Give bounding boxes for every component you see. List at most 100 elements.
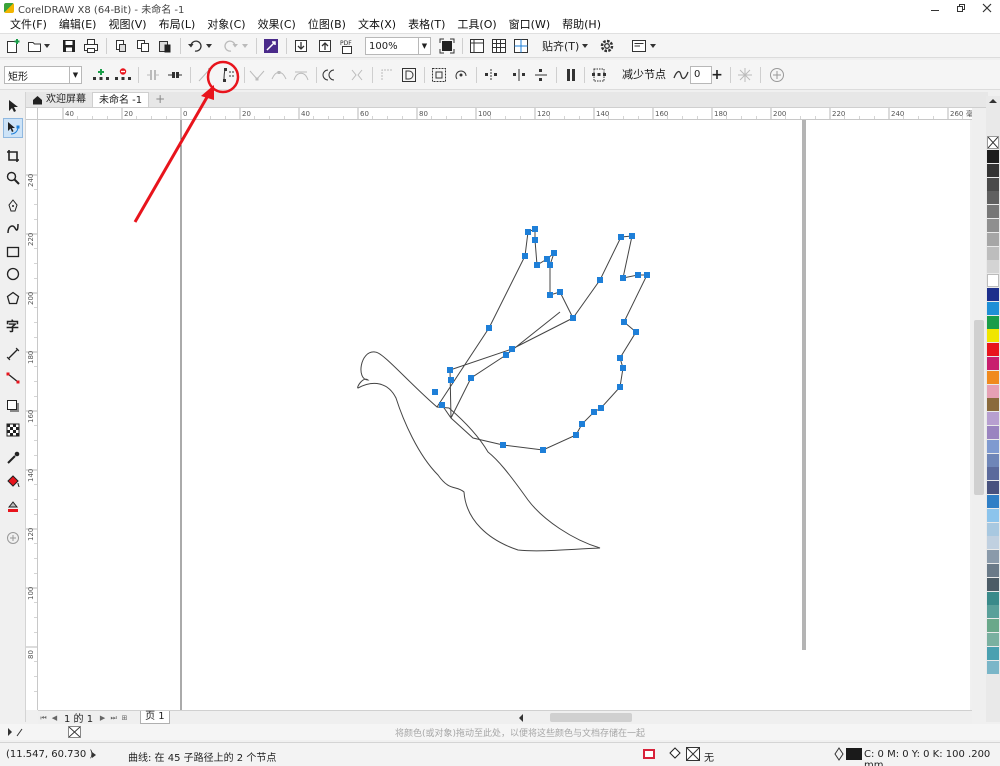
artistic-media-tool[interactable] — [3, 218, 23, 238]
curve-node[interactable] — [573, 432, 579, 438]
connector-tool[interactable] — [3, 368, 23, 388]
drop-shadow-tool[interactable] — [3, 396, 23, 416]
color-swatch[interactable] — [987, 564, 999, 577]
horizontal-ruler[interactable]: 40 20 0 20 40 60 80 100 120 140 160 180 200 220 240 260… — [38, 108, 988, 120]
curve-node[interactable] — [468, 375, 474, 381]
mirror-vertical-button[interactable] — [532, 66, 550, 84]
ruler-origin[interactable] — [26, 108, 38, 120]
menu-layout[interactable]: 布局(L) — [153, 16, 202, 34]
snap-to-button[interactable]: 贴齐(T) — [542, 37, 589, 55]
save-button[interactable] — [60, 37, 78, 55]
crop-tool[interactable] — [3, 146, 23, 166]
shape-tool[interactable] — [3, 118, 23, 138]
curve-node[interactable] — [617, 384, 623, 390]
tab-document[interactable]: 未命名 -1 — [92, 92, 150, 107]
no-color-box[interactable] — [68, 726, 81, 738]
vertical-ruler[interactable]: 240 220 200 180 160 140 120 100 80 — [26, 120, 38, 710]
menu-object[interactable]: 对象(C) — [201, 16, 251, 34]
interactive-fill-tool[interactable] — [3, 472, 23, 492]
redo-button[interactable] — [222, 37, 240, 55]
show-grid-button[interactable] — [490, 37, 508, 55]
zoom-tool[interactable] — [3, 168, 23, 188]
stretch-nodes-button[interactable] — [430, 66, 448, 84]
delete-nodes-button[interactable] — [114, 66, 132, 84]
curve-node[interactable] — [540, 447, 546, 453]
vertical-scrollbar[interactable] — [972, 108, 986, 710]
export-button[interactable] — [316, 37, 334, 55]
curve-node[interactable] — [579, 421, 585, 427]
ellipse-tool[interactable] — [3, 264, 23, 284]
curve-node[interactable] — [544, 256, 550, 262]
polygon-tool[interactable] — [3, 288, 23, 308]
select-all-nodes-button[interactable] — [590, 66, 608, 84]
color-swatch[interactable] — [987, 605, 999, 619]
page-prev-icon[interactable]: ◀ — [49, 713, 60, 723]
curve-node[interactable] — [547, 262, 553, 268]
color-swatch[interactable] — [987, 522, 999, 536]
horizontal-scroll-thumb[interactable] — [550, 713, 632, 722]
menu-bitmaps[interactable]: 位图(B) — [302, 16, 352, 34]
color-swatch[interactable] — [987, 412, 999, 426]
document-palette-bar[interactable]: 将颜色(或对象)拖动至此处，以便将这些颜色与文档存储在一起 — [0, 724, 1000, 740]
color-swatch[interactable] — [987, 329, 999, 343]
menu-edit[interactable]: 编辑(E) — [53, 16, 103, 34]
curve-node[interactable] — [439, 402, 445, 408]
menu-file[interactable]: 文件(F) — [4, 16, 53, 34]
color-swatch[interactable] — [987, 481, 999, 495]
curve-node[interactable] — [620, 365, 626, 371]
undo-button[interactable] — [186, 37, 204, 55]
menu-help[interactable]: 帮助(H) — [556, 16, 607, 34]
pen-nib-icon[interactable] — [834, 747, 844, 761]
page-first-icon[interactable]: ⏮ — [38, 713, 49, 723]
no-color-swatch[interactable] — [987, 136, 999, 149]
color-swatch[interactable] — [987, 536, 999, 550]
full-screen-button[interactable] — [438, 37, 456, 55]
color-eyedropper-tool[interactable] — [3, 448, 23, 468]
drawing-canvas[interactable] — [38, 120, 970, 710]
color-swatch[interactable] — [987, 232, 999, 246]
dove-body-outline[interactable] — [357, 351, 601, 552]
cut-button[interactable] — [112, 37, 130, 55]
curve-node[interactable] — [509, 346, 515, 352]
menu-view[interactable]: 视图(V) — [102, 16, 152, 34]
curve-node[interactable] — [635, 272, 641, 278]
color-swatch[interactable] — [987, 260, 999, 274]
color-swatch[interactable] — [987, 191, 999, 205]
curve-smoothness-input[interactable]: 0 — [690, 66, 712, 84]
align-nodes-button[interactable] — [482, 66, 500, 84]
application-launcher-button[interactable] — [630, 37, 648, 55]
page-last-icon[interactable]: ⏭ — [108, 713, 119, 723]
quick-customize-tool[interactable] — [3, 528, 23, 548]
paste-button[interactable] — [156, 37, 174, 55]
menu-window[interactable]: 窗口(W) — [503, 16, 556, 34]
fill-bucket-icon[interactable] — [668, 747, 682, 761]
smart-fill-tool[interactable] — [3, 496, 23, 516]
smoothness-stepper[interactable]: + — [710, 66, 724, 84]
color-swatch[interactable] — [987, 163, 999, 177]
color-proof-icon[interactable] — [642, 747, 656, 761]
zoom-level-select[interactable]: 100% ▼ — [365, 37, 431, 55]
color-swatch[interactable] — [987, 591, 999, 605]
freehand-tool[interactable] — [3, 196, 23, 216]
color-swatch[interactable] — [987, 246, 999, 260]
minimize-button[interactable] — [922, 0, 948, 16]
cusp-node-button[interactable] — [248, 66, 266, 84]
curve-node[interactable] — [644, 272, 650, 278]
reduce-nodes-button[interactable]: 减少节点 — [622, 66, 666, 84]
palette-tools-icon[interactable] — [6, 726, 36, 738]
menu-table[interactable]: 表格(T) — [402, 16, 451, 34]
curve-node[interactable] — [620, 275, 626, 281]
color-swatch[interactable] — [987, 439, 999, 453]
curve-node[interactable] — [591, 409, 597, 415]
curve-node[interactable] — [621, 319, 627, 325]
menu-text[interactable]: 文本(X) — [352, 16, 402, 34]
color-swatch[interactable] — [987, 453, 999, 467]
publish-pdf-button[interactable]: PDF — [338, 37, 356, 55]
curve-node[interactable] — [534, 262, 540, 268]
color-swatch[interactable] — [987, 426, 999, 439]
close-curve-button[interactable] — [378, 66, 396, 84]
undo-dropdown[interactable] — [204, 37, 214, 55]
import-button[interactable] — [292, 37, 310, 55]
extend-curve-button[interactable] — [348, 66, 366, 84]
selection-mode-select[interactable]: 矩形 ▼ — [4, 66, 82, 84]
